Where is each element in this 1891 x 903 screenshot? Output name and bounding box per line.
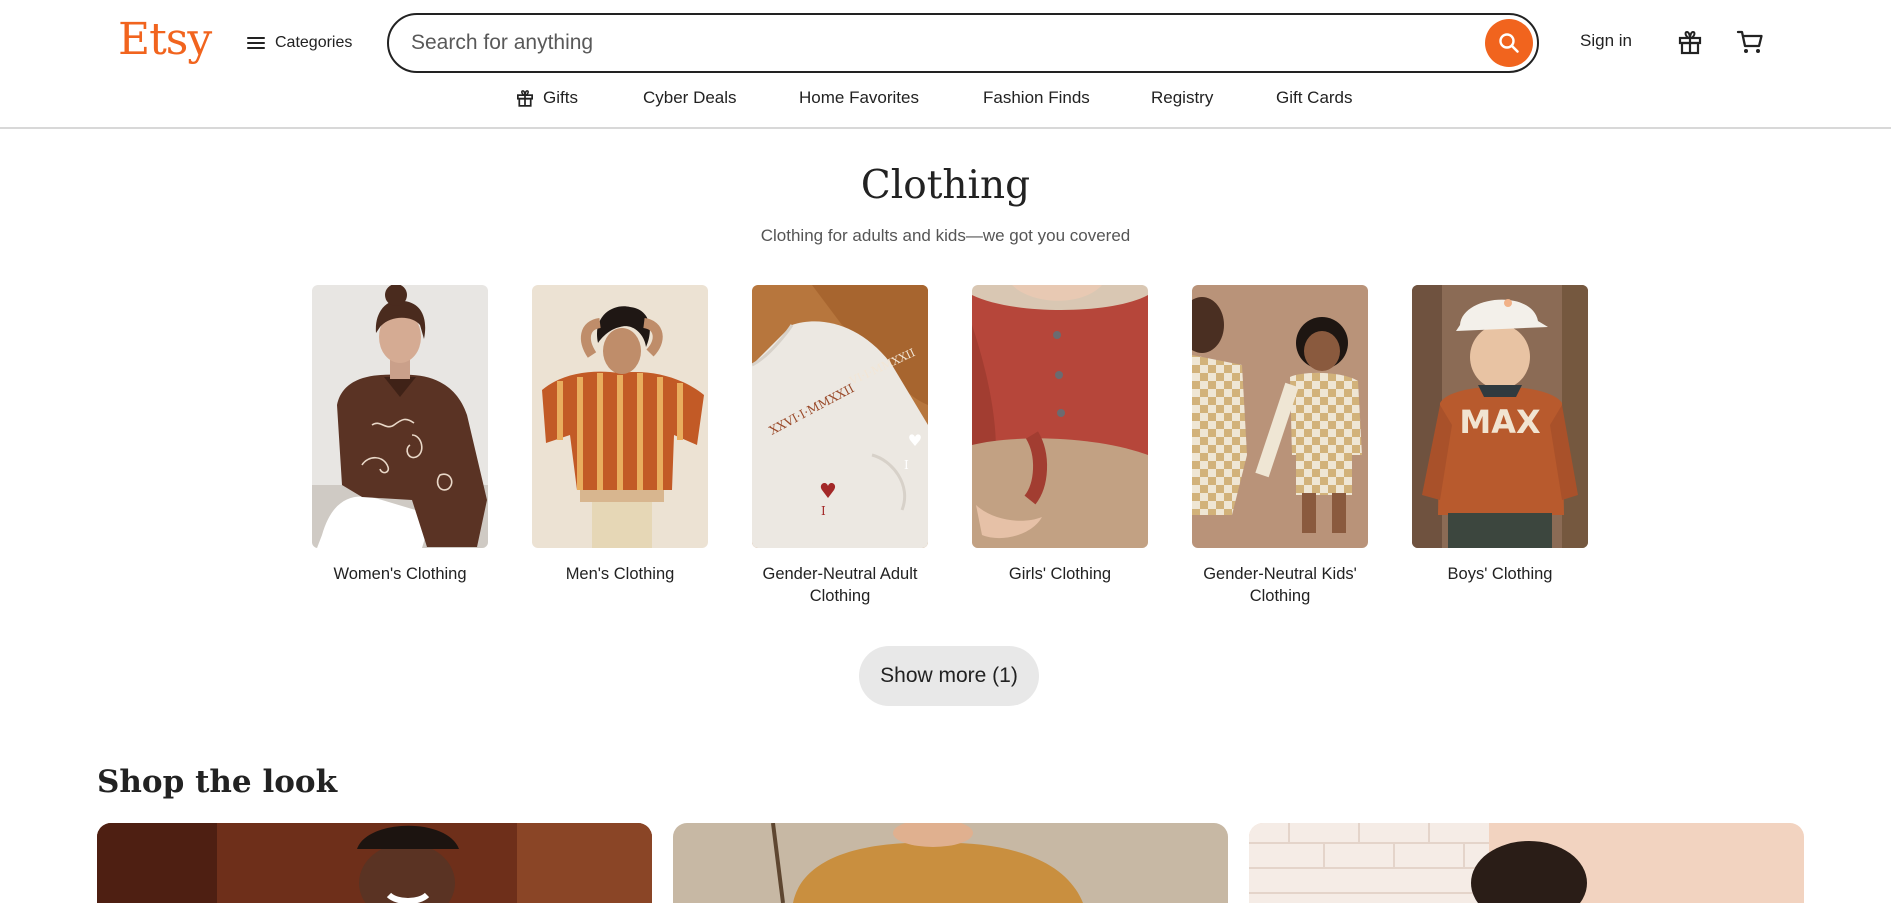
sweater-name-text: MAX <box>1459 403 1541 441</box>
category-image <box>312 285 488 548</box>
nav-item-label: Registry <box>1151 88 1214 107</box>
nav-item-gift-cards[interactable]: Gift Cards <box>1276 88 1353 108</box>
nav-item-fashion-finds[interactable]: Fashion Finds <box>983 88 1090 108</box>
nav-item-cyber-deals[interactable]: Cyber Deals <box>643 88 737 108</box>
look-card[interactable] <box>673 823 1228 903</box>
nav-item-gifts[interactable]: Gifts <box>515 88 578 108</box>
nav-item-label: Gift Cards <box>1276 88 1353 107</box>
nav-item-registry[interactable]: Registry <box>1151 88 1213 108</box>
category-card-gender-neutral-adult-clothing[interactable]: XXVI·I·MMXXII VI·I·MMXXII I I Gender-Neu… <box>752 285 928 607</box>
gift-icon <box>517 90 533 107</box>
category-label: Gender-Neutral Kids' Clothing <box>1203 565 1357 605</box>
category-image <box>532 285 708 548</box>
category-image <box>972 285 1148 548</box>
category-label: Girls' Clothing <box>1008 565 1112 583</box>
gift-button[interactable] <box>1670 22 1710 62</box>
category-label: Men's Clothing <box>565 565 675 583</box>
shop-the-look-heading: Shop the look <box>97 764 338 800</box>
category-label: Women's Clothing <box>333 565 467 583</box>
search-button[interactable] <box>1485 19 1533 67</box>
category-card-womens-clothing[interactable]: Women's Clothing <box>312 285 488 585</box>
search-bar <box>387 13 1539 73</box>
page-title: Clothing <box>860 163 1031 208</box>
category-label: Gender-Neutral Adult Clothing <box>762 565 918 605</box>
category-label: Boys' Clothing <box>1447 565 1553 583</box>
category-card-boys-clothing[interactable]: MAX Boys' Clothing <box>1412 285 1588 585</box>
show-more-button[interactable]: Show more (1) <box>859 646 1039 706</box>
cart-icon <box>1736 30 1763 53</box>
search-input[interactable] <box>411 15 1461 71</box>
category-card-gender-neutral-kids-clothing[interactable]: Gender-Neutral Kids' Clothing <box>1192 285 1368 607</box>
sign-in-link[interactable]: Sign in <box>1580 31 1632 51</box>
nav-item-home-favorites[interactable]: Home Favorites <box>799 88 919 108</box>
category-image: MAX <box>1412 285 1588 548</box>
nav-item-label: Home Favorites <box>799 88 919 107</box>
nav-item-label: Gifts <box>543 88 578 107</box>
category-image <box>1192 285 1368 548</box>
look-card[interactable] <box>1249 823 1804 903</box>
nav-item-label: Cyber Deals <box>643 88 737 107</box>
nav-item-label: Fashion Finds <box>983 88 1090 107</box>
svg-text:I: I <box>904 458 909 472</box>
categories-label: Categories <box>275 34 353 51</box>
menu-icon <box>247 35 265 51</box>
category-card-mens-clothing[interactable]: Men's Clothing <box>532 285 708 585</box>
category-image: XXVI·I·MMXXII VI·I·MMXXII I I <box>752 285 928 548</box>
categories-button[interactable]: Categories <box>247 28 352 58</box>
search-icon <box>1499 33 1519 53</box>
site-header: Etsy Categories Sign in <box>0 0 1891 129</box>
gift-icon <box>1678 30 1702 55</box>
look-card[interactable] <box>97 823 652 903</box>
category-card-girls-clothing[interactable]: Girls' Clothing <box>972 285 1148 585</box>
svg-text:I: I <box>821 504 826 518</box>
page-subtitle: Clothing for adults and kids—we got you … <box>760 226 1131 245</box>
cart-button[interactable] <box>1730 22 1770 62</box>
secondary-nav: Gifts Cyber Deals Home Favorites Fashion… <box>0 84 1891 114</box>
etsy-logo[interactable]: Etsy <box>118 14 212 66</box>
